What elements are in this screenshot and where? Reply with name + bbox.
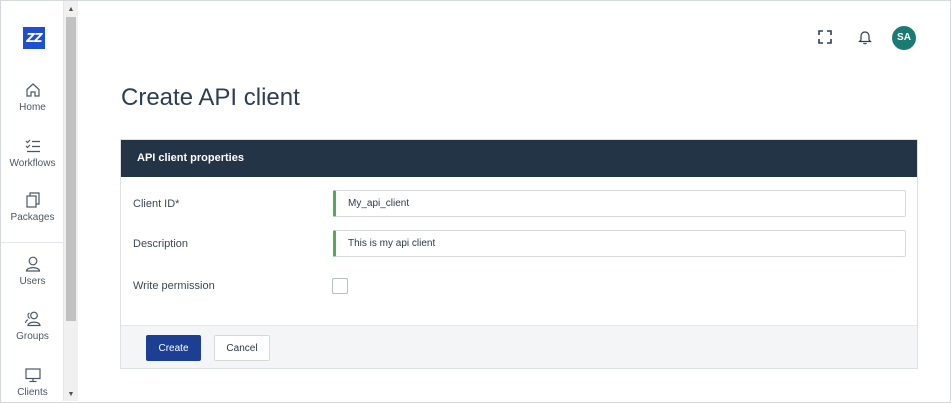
scrollbar-thumb[interactable]	[66, 17, 76, 321]
sidebar-item-workflows[interactable]: Workflows	[1, 137, 63, 189]
sidebar-divider	[1, 242, 63, 243]
description-input[interactable]	[333, 230, 906, 257]
page-title: Create API client	[121, 84, 300, 111]
fullscreen-icon[interactable]	[817, 29, 833, 45]
write-permission-checkbox[interactable]	[332, 278, 348, 294]
cancel-button[interactable]: Cancel	[214, 335, 270, 361]
section-header: API client properties	[121, 140, 917, 177]
sidebar-item-packages[interactable]: Packages	[1, 191, 63, 243]
checklist-icon	[25, 139, 40, 153]
sidebar-item-label: Workflows	[9, 158, 56, 169]
api-client-form-card: API client properties Client ID* Descrip…	[120, 139, 918, 369]
packages-icon	[25, 192, 40, 208]
scroll-down-arrow-icon[interactable]: ▼	[66, 390, 76, 400]
scroll-up-arrow-icon[interactable]: ▲	[66, 5, 76, 15]
user-icon	[25, 256, 40, 272]
avatar[interactable]: SA	[892, 26, 916, 50]
create-button[interactable]: Create	[146, 335, 201, 361]
sidebar-item-home[interactable]: Home	[1, 81, 63, 133]
app-logo[interactable]: ZZ	[23, 27, 45, 49]
client-id-input[interactable]	[333, 190, 906, 217]
client-id-label: Client ID*	[133, 198, 180, 210]
sidebar-item-label: Users	[19, 276, 46, 287]
home-icon	[25, 83, 40, 97]
monitor-icon	[24, 368, 41, 383]
group-icon	[24, 311, 41, 327]
sidebar-item-label: Clients	[17, 387, 48, 398]
sidebar-item-clients[interactable]: Clients	[1, 366, 63, 401]
write-permission-label: Write permission	[133, 280, 215, 292]
sidebar-item-groups[interactable]: Groups	[1, 310, 63, 362]
sidebar-scrollbar[interactable]: ▲ ▼	[64, 1, 78, 401]
form-footer: Create Cancel	[121, 325, 917, 368]
sidebar-item-label: Groups	[16, 331, 49, 342]
description-label: Description	[133, 238, 189, 250]
bell-icon[interactable]	[857, 29, 873, 45]
sidebar-item-users[interactable]: Users	[1, 255, 63, 307]
sidebar-item-label: Packages	[10, 212, 55, 223]
sidebar-item-label: Home	[19, 102, 46, 113]
sidebar: ZZ Home Workflows Packages Users Groups …	[1, 1, 64, 401]
